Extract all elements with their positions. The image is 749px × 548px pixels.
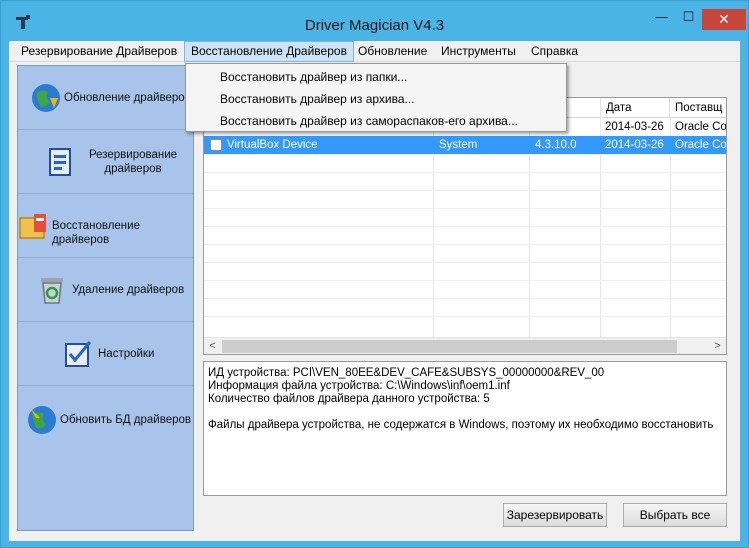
- driver-list[interactable]: я Дата Поставщ 0 2014-03-26 Oracle Cor V…: [203, 97, 727, 355]
- horizontal-scrollbar[interactable]: < >: [204, 337, 726, 354]
- app-window: Driver Magician V4.3 — ☐ ✕ Резервировани…: [0, 0, 749, 548]
- minimize-button[interactable]: —: [648, 9, 675, 30]
- settings-checklist-icon: [65, 341, 92, 367]
- row-divider: [204, 244, 726, 245]
- info-blank: [208, 406, 722, 419]
- menu-item-restore-from-sfx-archive[interactable]: Восстановить драйвер из самораспаков-его…: [220, 110, 518, 132]
- close-button[interactable]: ✕: [702, 9, 746, 30]
- row-divider: [204, 208, 726, 209]
- main-panel: я Дата Поставщ 0 2014-03-26 Oracle Cor V…: [203, 65, 731, 541]
- device-info-box[interactable]: ИД устройства: PCI\VEN_80EE&DEV_CAFE&SUB…: [203, 361, 727, 496]
- menu-item-restore-from-archive[interactable]: Восстановить драйвер из архива...: [220, 88, 415, 110]
- row-checkbox[interactable]: [210, 139, 222, 151]
- column-header-vendor[interactable]: Поставщ: [670, 98, 726, 118]
- backup-button[interactable]: Зарезервировать: [503, 503, 607, 527]
- menu-bar: Резервирование Драйверов Восстановление …: [9, 41, 740, 62]
- backup-document-icon: [49, 148, 71, 176]
- cell-device-name: VirtualBox Device: [227, 139, 318, 151]
- column-header-date[interactable]: Дата: [600, 98, 670, 118]
- sidebar-item-update-drivers[interactable]: Обновление драйверов: [18, 66, 193, 130]
- sidebar-item-label: Удаление драйверов: [72, 284, 185, 296]
- row-divider: [204, 172, 726, 173]
- sidebar-item-label: Резервирование драйверов: [88, 149, 178, 175]
- select-all-button[interactable]: Выбрать все: [623, 503, 727, 527]
- menu-help[interactable]: Справка: [525, 41, 584, 62]
- scroll-right-icon[interactable]: >: [709, 338, 726, 354]
- row-divider: [204, 280, 726, 281]
- scroll-left-icon[interactable]: <: [204, 338, 221, 354]
- sidebar-item-restore-drivers[interactable]: Восстановление драйверов: [18, 194, 193, 258]
- cell-date: 2014-03-26: [605, 139, 664, 151]
- sidebar-item-delete-drivers[interactable]: Удаление драйверов: [18, 258, 193, 322]
- cell-date: 2014-03-26: [605, 121, 664, 133]
- maximize-button[interactable]: ☐: [675, 9, 702, 30]
- sidebar-item-settings[interactable]: Настройки: [18, 322, 193, 386]
- row-divider: [204, 226, 726, 227]
- scroll-thumb[interactable]: [222, 340, 677, 353]
- sidebar-item-label: Восстановление драйверов: [52, 220, 140, 246]
- sidebar-item-label: Обновить БД драйверов: [60, 414, 191, 426]
- sidebar-item-update-database[interactable]: Обновить БД драйверов: [18, 386, 193, 466]
- menu-tools[interactable]: Инструменты: [435, 41, 522, 62]
- sidebar-item-label: Настройки: [98, 348, 155, 360]
- row-divider: [204, 190, 726, 191]
- info-device-id: ИД устройства: PCI\VEN_80EE&DEV_CAFE&SUB…: [208, 367, 605, 379]
- info-file-count: Количество файлов драйвера данного устро…: [208, 393, 490, 405]
- restore-drivers-dropdown: Восстановить драйвер из папки... Восстан…: [185, 63, 567, 132]
- sidebar-item-backup-drivers[interactable]: Резервирование драйверов: [18, 130, 193, 194]
- title-bar[interactable]: Driver Magician V4.3 — ☐ ✕: [1, 1, 748, 41]
- row-divider: [204, 154, 726, 155]
- cell-version: 4.3.10.0: [535, 139, 577, 151]
- sidebar-item-label: Обновление драйверов: [64, 92, 191, 104]
- menu-item-restore-from-folder[interactable]: Восстановить драйвер из папки...: [220, 66, 407, 88]
- info-inf-file: Информация файла устройства: C:\Windows\…: [208, 380, 510, 392]
- database-update-icon: [28, 406, 56, 434]
- menu-backup-drivers[interactable]: Резервирование Драйверов: [15, 41, 183, 62]
- window-title: Driver Magician V4.3: [304, 17, 445, 34]
- menu-update[interactable]: Обновление: [352, 41, 433, 62]
- restore-folder-icon: [19, 214, 46, 239]
- menu-restore-drivers[interactable]: Восстановление Драйверов: [184, 41, 354, 62]
- cell-class: System: [439, 139, 478, 151]
- info-restore-note: Файлы драйвера устройства, не содержатся…: [208, 419, 714, 431]
- row-divider: [204, 316, 726, 317]
- cell-vendor: Oracle Cor: [675, 121, 727, 133]
- cell-vendor: Oracle Cor: [675, 139, 727, 151]
- table-row[interactable]: VirtualBox Device System 4.3.10.0 2014-0…: [204, 136, 727, 154]
- row-divider: [204, 262, 726, 263]
- row-divider: [204, 298, 726, 299]
- recycle-bin-icon: [41, 278, 63, 304]
- globe-update-icon: [32, 84, 60, 112]
- sidebar: Обновление драйверов Резервирование драй…: [17, 65, 194, 531]
